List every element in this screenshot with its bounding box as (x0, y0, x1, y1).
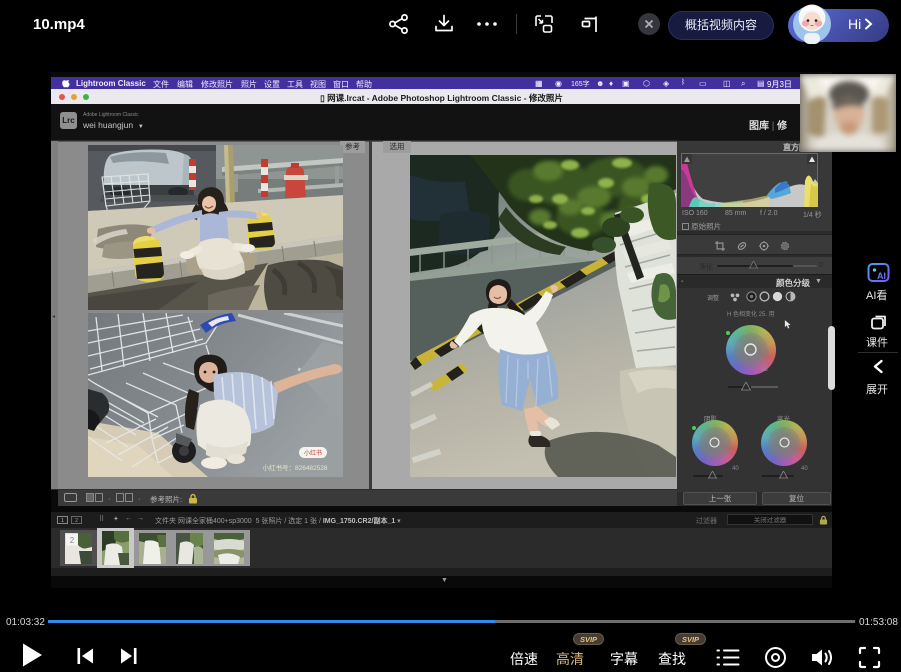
svg-text:AI: AI (877, 271, 886, 281)
svg-text:小红书号：826482528: 小红书号：826482528 (262, 463, 327, 472)
svg-text:2: 2 (70, 536, 75, 545)
svg-text:小红书: 小红书 (304, 449, 322, 457)
